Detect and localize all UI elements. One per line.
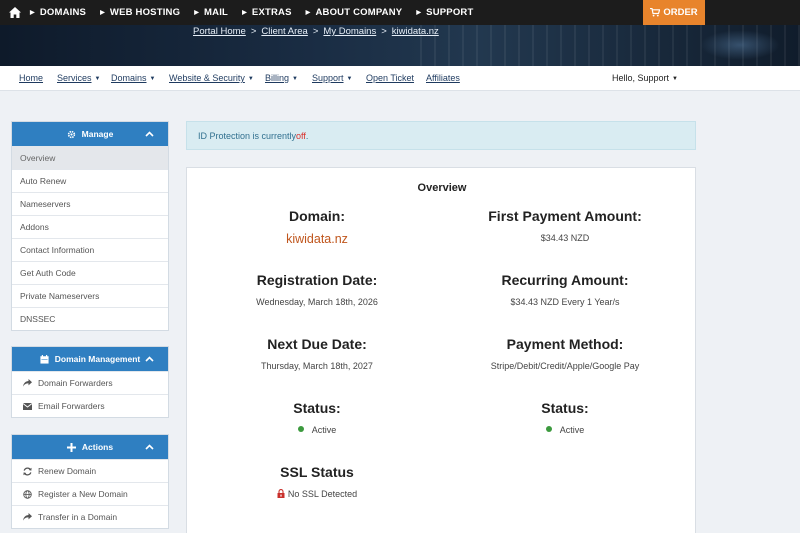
sidebar-domain-management-panel: Domain Management Domain Forwarders Emai… (11, 346, 169, 418)
chevron-up-icon[interactable] (145, 129, 154, 139)
ssl-status-value: No SSL Detected (287, 489, 358, 499)
status-info-secondary: Status: Active (541, 400, 589, 435)
caret-right-icon: ▶ (194, 10, 200, 16)
sidebar-item-email-forwarders[interactable]: Email Forwarders (12, 394, 168, 417)
dropdown-caret-icon: ▼ (672, 76, 678, 82)
id-protection-status: off (296, 130, 306, 141)
payment-method-info: Payment Method: Stripe/Debit/Credit/Appl… (435, 336, 695, 371)
dropdown-caret-icon: ▼ (292, 76, 298, 82)
subnav-open-ticket[interactable]: Open Ticket (366, 73, 414, 83)
topnav-about-company[interactable]: ▶ ABOUT COMPANY (306, 7, 403, 18)
globe-icon (20, 489, 34, 499)
status-value-secondary: Active (559, 425, 585, 435)
topnav-mail[interactable]: ▶ MAIL (194, 7, 228, 18)
subnav-home[interactable]: Home (19, 73, 43, 83)
breadcrumb-portal-home[interactable]: Portal Home (193, 26, 246, 37)
domain-value: kiwidata.nz (286, 232, 348, 246)
manage-panel-header[interactable]: Manage (12, 122, 168, 146)
sidebar-item-domain-forwarders[interactable]: Domain Forwarders (12, 371, 168, 394)
sidebar-item-private-nameservers[interactable]: Private Nameservers (12, 284, 168, 307)
sidebar-manage-panel: Manage Overview Auto Renew Nameservers A… (11, 121, 169, 331)
gear-icon (67, 130, 76, 139)
status-info: Status: Active (293, 400, 341, 435)
domain-info: Domain: kiwidata.nz (187, 208, 447, 246)
registration-date-info: Registration Date: Wednesday, March 18th… (187, 272, 447, 307)
caret-right-icon: ▶ (416, 10, 422, 16)
active-status-dot-icon (545, 426, 552, 432)
secondary-navigation: Home Services ▼ Domains ▼ Website & Securi… (0, 66, 800, 91)
ssl-status-info: SSL Status No SSL Detected (187, 464, 447, 500)
plus-icon (66, 442, 76, 452)
subnav-website-security[interactable]: Website & Security ▼ (169, 73, 254, 83)
sidebar-item-addons[interactable]: Addons (12, 215, 168, 238)
status-value: Active (311, 425, 337, 435)
caret-right-icon: ▶ (100, 10, 105, 16)
domain-management-panel-header[interactable]: Domain Management (12, 347, 168, 371)
breadcrumb-separator: > (312, 26, 319, 37)
sidebar-item-contact-information[interactable]: Contact Information (12, 238, 168, 261)
breadcrumb-my-domains[interactable]: My Domains (323, 26, 376, 37)
topnav-domains[interactable]: ▶ DOMAINS (30, 7, 86, 18)
sidebar-item-renew-domain[interactable]: Renew Domain (12, 459, 168, 482)
subnav-support[interactable]: Support ▼ (312, 73, 352, 83)
sidebar-actions-panel: Actions Renew Domain Register a New Doma… (11, 434, 169, 529)
caret-right-icon: ▶ (30, 10, 35, 16)
caret-right-icon: ▶ (242, 10, 247, 16)
subnav-services[interactable]: Services ▼ (57, 73, 100, 83)
refresh-icon (20, 467, 34, 476)
chevron-up-icon[interactable] (145, 354, 154, 364)
subnav-domains[interactable]: Domains ▼ (111, 73, 155, 83)
breadcrumb-current-domain[interactable]: kiwidata.nz (392, 26, 439, 37)
dropdown-caret-icon: ▼ (247, 76, 254, 82)
id-protection-alert: ID Protection is currently off. (186, 121, 696, 150)
first-payment-info: First Payment Amount: $34.43 NZD (435, 208, 695, 243)
lock-icon (277, 489, 285, 500)
sidebar-item-get-auth-code[interactable]: Get Auth Code (12, 261, 168, 284)
subnav-affiliates[interactable]: Affiliates (426, 73, 460, 83)
chevron-up-icon[interactable] (145, 442, 154, 452)
active-status-dot-icon (297, 426, 304, 432)
sidebar-item-overview[interactable]: Overview (12, 146, 168, 169)
home-icon[interactable] (0, 7, 30, 18)
breadcrumb: Portal Home > Client Area > My Domains >… (193, 26, 439, 37)
caret-right-icon: ▶ (305, 10, 311, 16)
topnav-support[interactable]: ▶ SUPPORT (416, 7, 473, 18)
share-arrow-icon (20, 513, 34, 521)
dropdown-caret-icon: ▼ (94, 76, 101, 82)
sidebar-item-register-new-domain[interactable]: Register a New Domain (12, 482, 168, 505)
next-due-date-value: Thursday, March 18th, 2027 (261, 361, 373, 371)
recurring-amount-value: $34.43 NZD Every 1 Year/s (510, 297, 620, 307)
sidebar-item-nameservers[interactable]: Nameservers (12, 192, 168, 215)
dropdown-caret-icon: ▼ (149, 76, 156, 82)
overview-title: Overview (417, 182, 467, 194)
next-due-date-info: Next Due Date: Thursday, March 18th, 202… (187, 336, 447, 371)
actions-panel-header[interactable]: Actions (12, 435, 168, 459)
banner-glow (700, 30, 780, 60)
topnav-extras[interactable]: ▶ EXTRAS (242, 7, 292, 18)
breadcrumb-separator: > (250, 26, 257, 37)
breadcrumb-client-area[interactable]: Client Area (261, 26, 307, 37)
breadcrumb-separator: > (381, 26, 387, 37)
first-payment-value: $34.43 NZD (540, 233, 590, 243)
cart-icon (650, 8, 661, 17)
user-menu[interactable]: Hello, Support ▼ (612, 73, 678, 83)
recurring-amount-info: Recurring Amount: $34.43 NZD Every 1 Yea… (435, 272, 695, 307)
order-button[interactable]: ORDER (643, 0, 705, 25)
sidebar-item-dnssec[interactable]: DNSSEC (12, 307, 168, 330)
overview-card: Overview Domain: kiwidata.nz First Payme… (186, 167, 696, 533)
topnav-web-hosting[interactable]: ▶ WEB HOSTING (100, 7, 180, 18)
calendar-icon (40, 354, 49, 364)
registration-date-value: Wednesday, March 18th, 2026 (256, 297, 378, 307)
sidebar-item-transfer-domain[interactable]: Transfer in a Domain (12, 505, 168, 528)
payment-method-value: Stripe/Debit/Credit/Apple/Google Pay (490, 361, 640, 371)
envelope-icon (20, 402, 34, 410)
subnav-billing[interactable]: Billing ▼ (265, 73, 298, 83)
sidebar-item-auto-renew[interactable]: Auto Renew (12, 169, 168, 192)
share-arrow-icon (20, 379, 34, 387)
dropdown-caret-icon: ▼ (346, 76, 353, 82)
